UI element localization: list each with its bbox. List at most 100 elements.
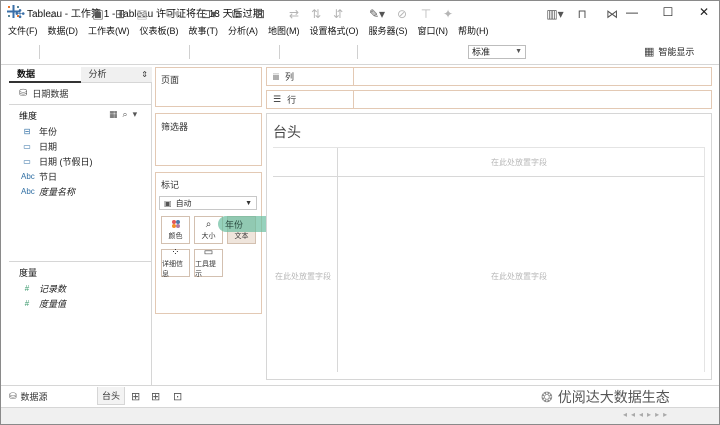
undo-icon[interactable]: ← xyxy=(45,5,63,23)
rows-shelf[interactable]: ☰ 行 xyxy=(266,90,712,109)
datasource-tab[interactable]: ⛁ 数据源 xyxy=(9,387,48,405)
refresh-icon[interactable]: ↻▾ xyxy=(161,5,183,23)
menu-file[interactable]: 文件(F) xyxy=(8,24,38,37)
tooltip-label: 工具提示 xyxy=(195,261,216,278)
worksheet-title[interactable]: 台头 xyxy=(273,122,301,142)
detail-button[interactable]: ⁘ 详细信息 xyxy=(161,247,190,278)
columns-label: 列 xyxy=(285,72,295,82)
database-icon: ⛁ xyxy=(9,390,17,401)
menu-worksheet[interactable]: 工作表(W) xyxy=(88,24,130,37)
dimension-tools: ▦ ⌕ ▾ xyxy=(109,109,137,120)
collapse-icon[interactable]: ⇕ xyxy=(141,67,148,82)
maximize-button[interactable]: ☐ xyxy=(651,1,685,22)
new-worksheet-icon[interactable]: ⊡▾ xyxy=(197,5,221,23)
measures-header: 度量 xyxy=(19,268,38,278)
tab-data[interactable]: 数据 xyxy=(9,67,81,83)
calendar-hierarchy-icon: ⊟ xyxy=(23,127,31,136)
chevron-down-icon[interactable]: ▾ xyxy=(133,109,138,120)
watermark-text: 优阅达大数据生态 xyxy=(557,389,670,405)
sheet-tab-label: 台头 xyxy=(101,391,120,401)
drop-field-center[interactable]: 在此处放置字段 xyxy=(491,271,547,282)
sheet-tab-active[interactable]: 台头 xyxy=(97,387,125,405)
swap-icon[interactable]: ⇄ xyxy=(285,5,303,23)
rows-label: 行 xyxy=(287,95,297,105)
pause-updates-icon[interactable]: ▤ xyxy=(133,5,151,23)
worksheet-view[interactable] xyxy=(266,113,712,380)
duplicate-sheet-icon[interactable]: ⧉ xyxy=(227,5,245,23)
field-measure-names[interactable]: Abc 度量名称 xyxy=(21,185,75,198)
pin-icon[interactable]: ✦ xyxy=(439,5,457,23)
mark-type-value: 自动 xyxy=(175,198,192,208)
menu-help[interactable]: 帮助(H) xyxy=(458,24,489,37)
menu-analysis[interactable]: 分析(A) xyxy=(228,24,258,37)
detail-dots-icon: ⁘ xyxy=(171,247,180,258)
columns-shelf[interactable]: iii 列 xyxy=(266,67,712,86)
tab-analytics[interactable]: 分析 ⇕ xyxy=(80,67,152,83)
field-record-count[interactable]: # 记录数 xyxy=(21,282,66,295)
search-icon[interactable]: ⌕ xyxy=(123,109,128,120)
field-measure-values[interactable]: # 度量值 xyxy=(21,297,66,310)
pages-card[interactable]: 页面 xyxy=(155,67,262,107)
chevron-down-icon: ▼ xyxy=(515,48,522,55)
tableau-window: Tableau - 工作簿 1 - Tableau 许可证将在 13 天后过期 … xyxy=(0,0,720,425)
filters-card[interactable]: 筛选器 xyxy=(155,113,262,166)
color-label: 颜色 xyxy=(168,233,183,240)
drop-field-top[interactable]: 在此处放置字段 xyxy=(491,157,547,168)
redo-icon[interactable]: → xyxy=(67,5,85,23)
marks-title: 标记 xyxy=(161,180,180,190)
save-icon[interactable]: ▣ xyxy=(89,5,107,23)
field-label: 度量名称 xyxy=(39,187,76,197)
filters-title: 筛选器 xyxy=(161,122,189,132)
menu-window[interactable]: 窗口(N) xyxy=(418,24,449,37)
show-me-button[interactable]: ▦ 智能显示 xyxy=(644,45,694,58)
field-date-holiday[interactable]: ▭ 日期 (节假日) xyxy=(21,155,92,168)
share-icon[interactable]: ⋈ xyxy=(603,5,621,23)
fit-select[interactable]: 标准 ▼ xyxy=(468,45,526,59)
tooltip-button[interactable]: ▭ 工具提示 xyxy=(194,247,223,278)
new-dashboard-tab-icon[interactable]: ⊞ xyxy=(151,387,160,405)
menu-format[interactable]: 设置格式(O) xyxy=(310,24,359,37)
new-worksheet-tab-icon[interactable]: ⊞ xyxy=(131,387,140,405)
color-button[interactable]: 颜色 xyxy=(161,216,190,244)
list-view-icon[interactable]: ▦ xyxy=(109,109,118,120)
highlight-icon[interactable]: ✎▾ xyxy=(365,5,389,23)
new-datasource-icon[interactable]: ⊞ xyxy=(111,5,129,23)
new-story-tab-icon[interactable]: ⊡ xyxy=(173,387,182,405)
group-icon[interactable]: ⊘ xyxy=(393,5,411,23)
sort-descending-icon[interactable]: ⇵ xyxy=(329,5,347,23)
sheet-nav-arrows-icon[interactable]: ◂◂◂▸▸▸ xyxy=(623,410,671,419)
size-label: 大小 xyxy=(201,233,216,240)
datasource-label: 日期数据 xyxy=(32,89,69,99)
chevron-down-icon: ▼ xyxy=(245,199,252,207)
presentation-mode-icon[interactable]: ⊓ xyxy=(573,5,591,23)
mark-type-icon: ▣ xyxy=(164,198,172,208)
sort-ascending-icon[interactable]: ⇅ xyxy=(307,5,325,23)
show-cards-icon[interactable]: ▥▾ xyxy=(543,5,567,23)
datasource-item[interactable]: ⛁ 日期数据 xyxy=(19,87,68,100)
tableau-home-icon[interactable]: ✣ xyxy=(11,5,29,23)
menu-bar: 文件(F) 数据(D) 工作表(W) 仪表板(B) 故事(T) 分析(A) 地图… xyxy=(1,22,719,39)
number-icon: # xyxy=(24,299,30,308)
menu-data[interactable]: 数据(D) xyxy=(48,24,79,37)
detail-label: 详细信息 xyxy=(162,261,183,278)
drop-field-left[interactable]: 在此处放置字段 xyxy=(275,271,331,282)
clear-sheet-icon[interactable]: ⊠ xyxy=(251,5,269,23)
field-date[interactable]: ▭ 日期 xyxy=(21,140,57,153)
menu-story[interactable]: 故事(T) xyxy=(189,24,219,37)
dimensions-header: 维度 xyxy=(19,111,38,121)
field-label: 记录数 xyxy=(39,284,67,294)
field-festival[interactable]: Abc 节日 xyxy=(21,170,57,183)
string-icon: Abc xyxy=(21,172,35,181)
number-icon: # xyxy=(24,284,30,293)
field-year[interactable]: ⊟ 年份 xyxy=(21,125,57,138)
menu-server[interactable]: 服务器(S) xyxy=(369,24,408,37)
close-button[interactable]: ✕ xyxy=(687,1,719,22)
menu-dashboard[interactable]: 仪表板(B) xyxy=(140,24,179,37)
columns-label-box: iii 列 xyxy=(267,68,354,85)
dragging-field-label: 年份 xyxy=(225,220,244,230)
menu-map[interactable]: 地图(M) xyxy=(268,24,300,37)
field-label: 日期 xyxy=(39,142,58,152)
color-palette-icon xyxy=(171,219,181,231)
labels-icon[interactable]: ⊤ xyxy=(417,5,435,23)
mark-type-select[interactable]: ▣ 自动 ▼ xyxy=(159,196,257,210)
